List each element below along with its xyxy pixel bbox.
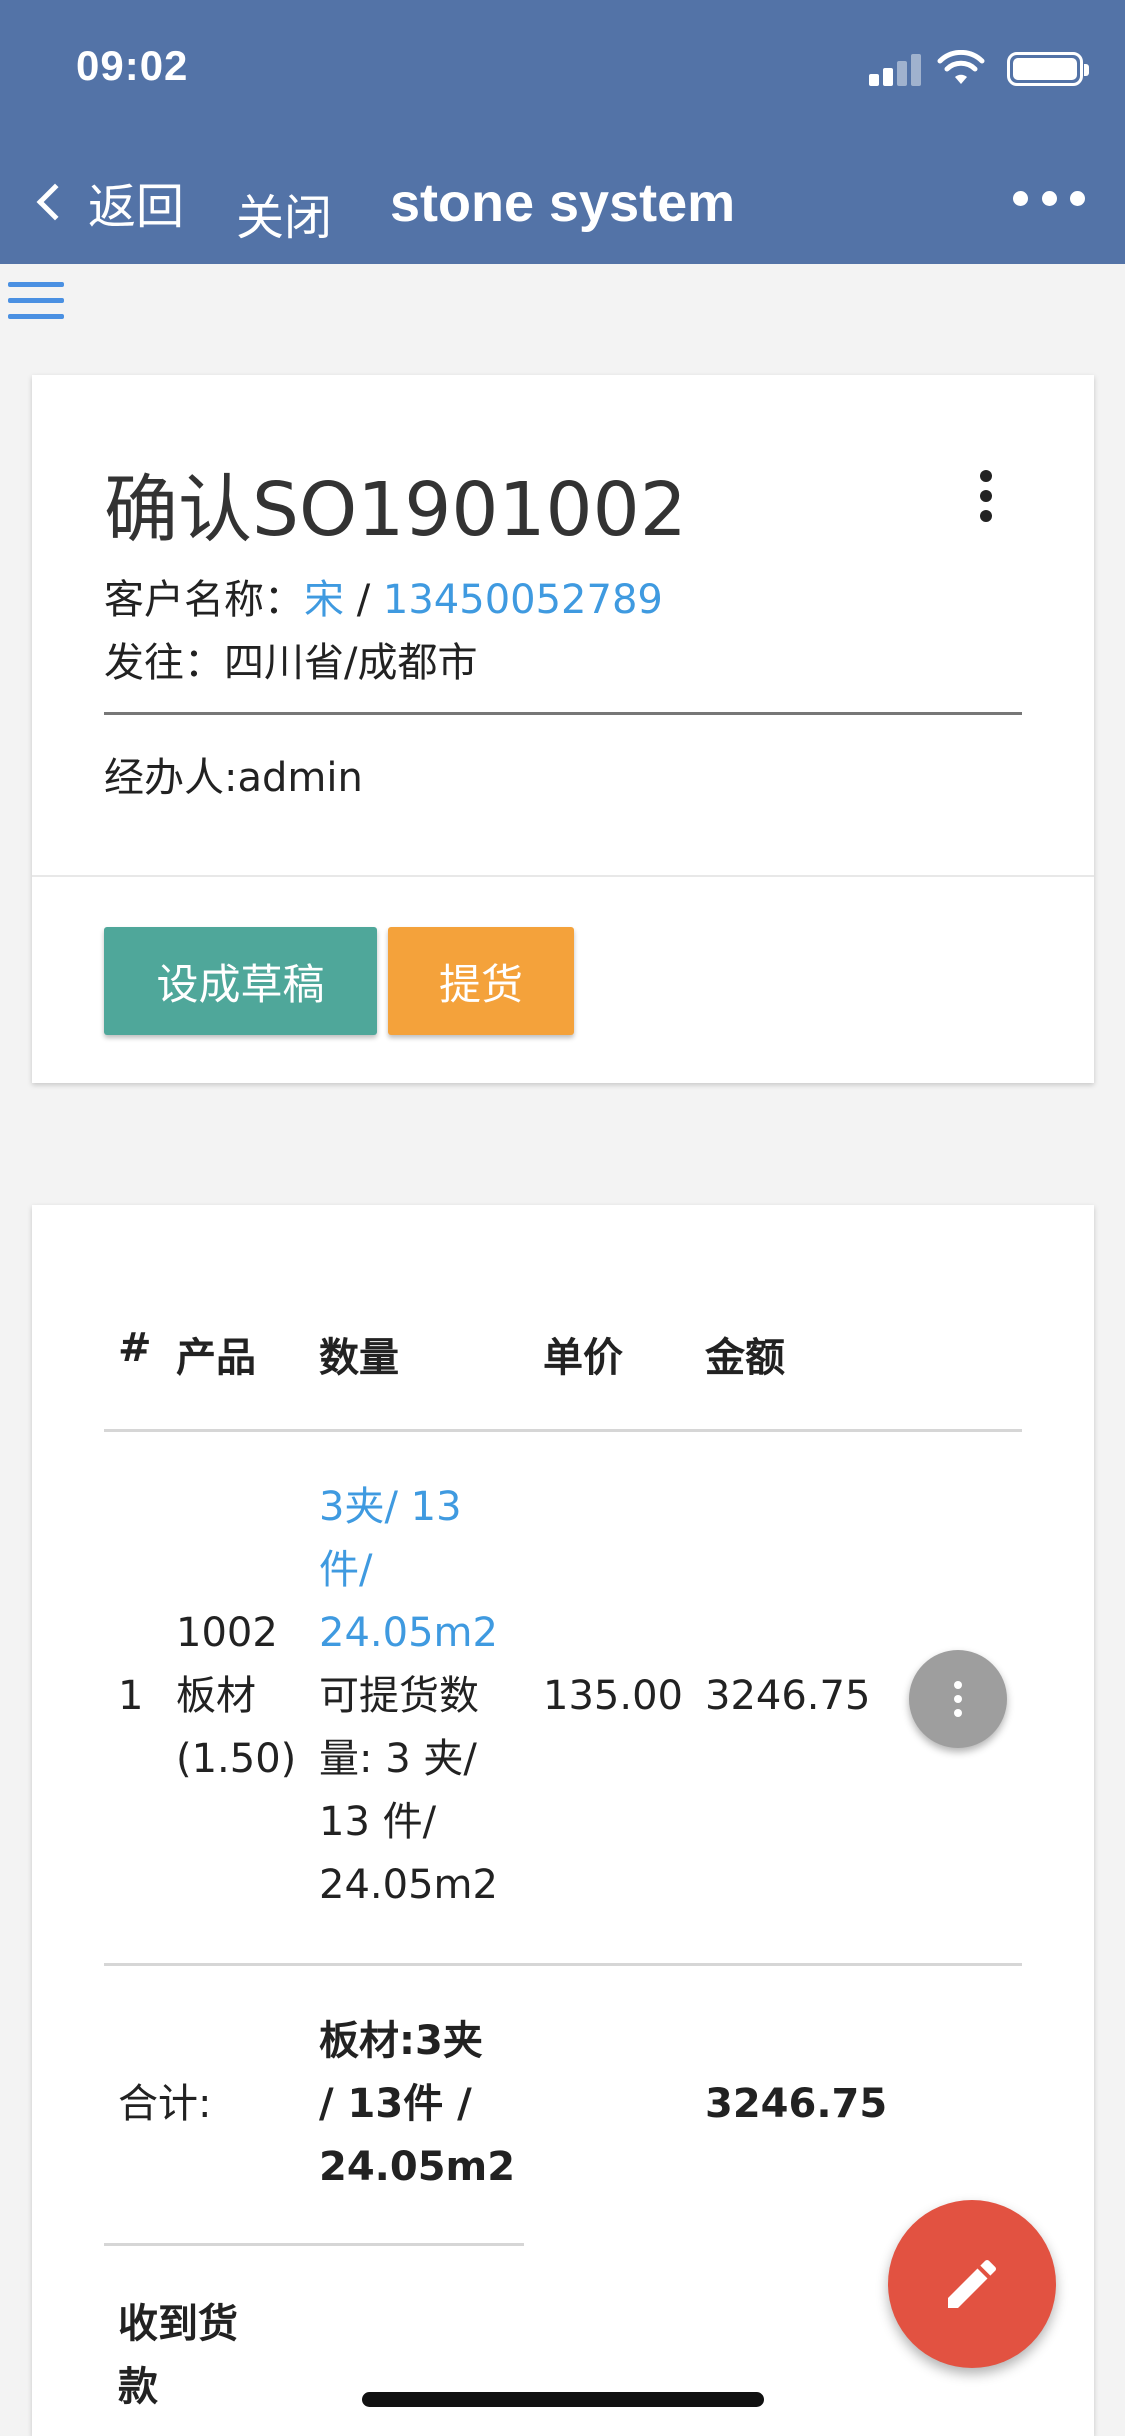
more-horizontal-icon[interactable] xyxy=(1013,188,1085,208)
row-divider xyxy=(104,1963,1022,1966)
edit-fab-button[interactable] xyxy=(888,2200,1056,2368)
battery-icon xyxy=(1007,52,1089,86)
column-header-index: # xyxy=(118,1325,152,1371)
customer-name-link[interactable]: 宋 xyxy=(304,577,344,623)
order-title: 确认SO1901002 xyxy=(104,467,687,553)
customer-phone-link[interactable]: 13450052789 xyxy=(383,577,663,623)
total-label: 合计: xyxy=(118,2081,212,2127)
back-button[interactable]: 返回 xyxy=(30,170,185,235)
app-header: 09:02 返回 关闭 stone system xyxy=(0,0,1125,264)
available-quantity: 可提货数 量: 3 夹/ 13 件/ 24.05m2 xyxy=(319,1673,498,1908)
column-header-product: 产品 xyxy=(176,1335,256,1381)
order-card: 确认SO1901002 客户名称：宋 / 13450052789 发往：四川省/… xyxy=(32,375,1094,1083)
quantity-cell: 3夹/ 13 件/ 24.05m2 可提货数 量: 3 夹/ 13 件/ 24.… xyxy=(319,1476,498,1917)
page-title: stone system xyxy=(390,173,736,233)
cellular-signal-icon xyxy=(869,54,923,86)
divider xyxy=(32,875,1094,877)
customer-label: 客户名称： xyxy=(104,577,304,623)
payment-received-label: 收到货 款 xyxy=(118,2301,238,2410)
row-actions-button[interactable] xyxy=(909,1650,1007,1748)
row-index: 1 xyxy=(118,1673,144,1719)
total-divider xyxy=(104,2243,524,2246)
customer-line: 客户名称：宋 / 13450052789 xyxy=(104,567,663,625)
total-quantity: 板材:3夹 / 13件 / 24.05m2 xyxy=(319,2018,516,2190)
divider xyxy=(104,712,1022,715)
column-header-unit-price: 单价 xyxy=(543,1335,623,1381)
wifi-icon xyxy=(937,50,985,84)
table-header-divider xyxy=(104,1429,1022,1432)
status-time: 09:02 xyxy=(76,42,189,89)
unit-price: 135.00 xyxy=(543,1673,683,1719)
total-amount: 3246.75 xyxy=(705,2081,888,2127)
more-vertical-icon[interactable] xyxy=(978,470,994,522)
handler: 经办人:admin xyxy=(104,755,363,801)
status-icons xyxy=(823,50,1089,88)
chevron-left-icon xyxy=(36,183,74,221)
nav-bar: 返回 关闭 stone system xyxy=(0,160,1125,246)
hamburger-menu-icon[interactable] xyxy=(8,282,64,320)
ship-to: 发往：四川省/成都市 xyxy=(104,640,478,686)
quantity-link[interactable]: 3夹/ 13 件/ 24.05m2 xyxy=(319,1476,498,1665)
pickup-button[interactable]: 提货 xyxy=(388,927,574,1035)
amount: 3246.75 xyxy=(705,1673,871,1719)
home-indicator xyxy=(362,2392,764,2407)
back-label: 返回 xyxy=(88,179,185,235)
product-link[interactable]: 1002 板材 (1.50) xyxy=(176,1602,296,1791)
column-header-amount: 金额 xyxy=(705,1335,785,1381)
column-header-quantity: 数量 xyxy=(319,1335,399,1381)
pencil-icon xyxy=(948,2259,997,2308)
set-draft-button[interactable]: 设成草稿 xyxy=(104,927,377,1035)
close-button[interactable]: 关闭 xyxy=(236,178,332,248)
customer-separator: / xyxy=(344,577,383,623)
